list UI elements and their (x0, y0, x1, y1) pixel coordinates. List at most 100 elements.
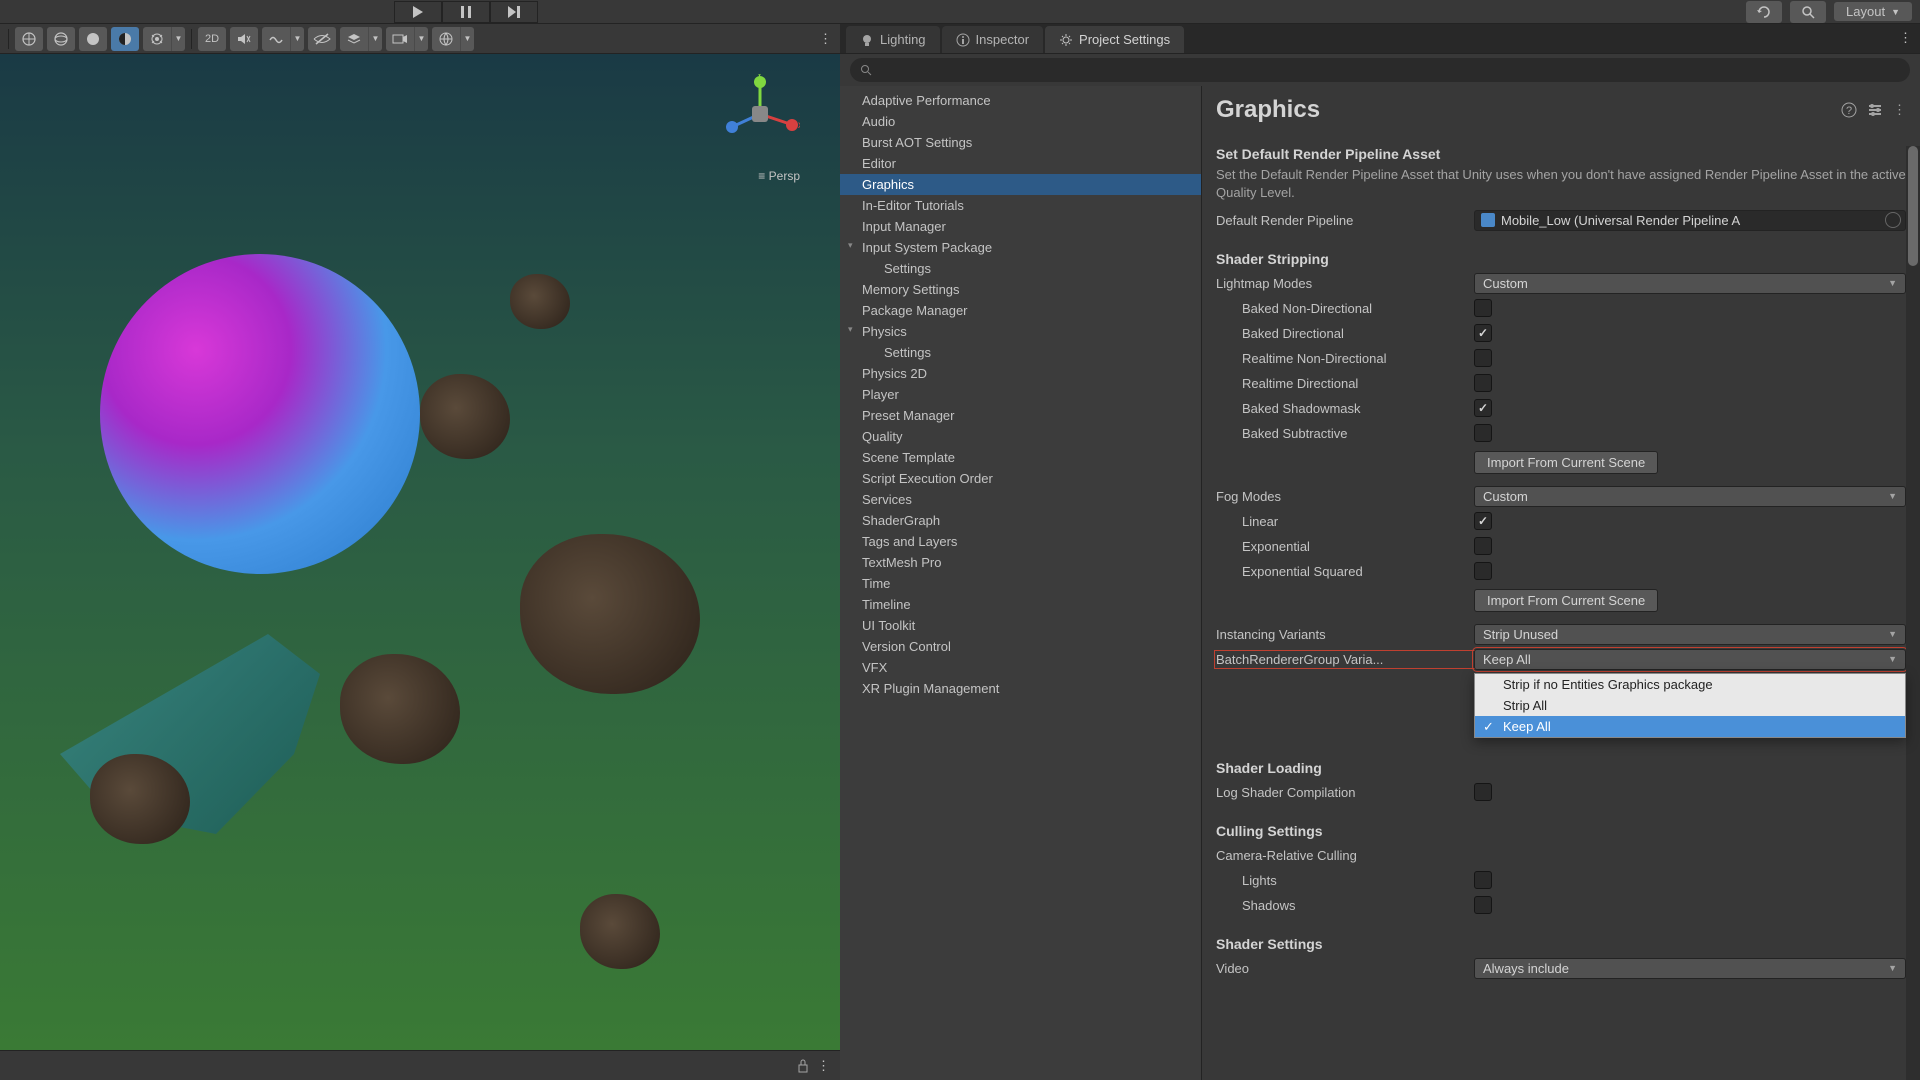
tab-lighting[interactable]: Lighting (846, 26, 940, 53)
search-bar[interactable] (850, 58, 1910, 82)
default-rp-field[interactable]: Mobile_Low (Universal Render Pipeline A (1474, 210, 1906, 231)
sidebar-item-burst-aot[interactable]: Burst AOT Settings (840, 132, 1201, 153)
help-icon[interactable]: ? (1841, 102, 1857, 118)
sidebar-item-input-manager[interactable]: Input Manager (840, 216, 1201, 237)
panel-menu-icon[interactable]: ⋮ (819, 31, 832, 47)
tab-inspector[interactable]: Inspector (942, 26, 1043, 53)
sidebar-item-in-editor-tutorials[interactable]: In-Editor Tutorials (840, 195, 1201, 216)
video-dropdown[interactable]: Always include▼ (1474, 958, 1906, 979)
sidebar-item-time[interactable]: Time (840, 573, 1201, 594)
lightmap-modes-dropdown[interactable]: Custom▼ (1474, 273, 1906, 294)
gear-icon (1059, 33, 1073, 47)
sidebar-item-version-control[interactable]: Version Control (840, 636, 1201, 657)
sidebar-item-input-system-package[interactable]: Input System Package (840, 237, 1201, 258)
sidebar-item-tags-layers[interactable]: Tags and Layers (840, 531, 1201, 552)
realtime-dir-checkbox[interactable] (1474, 374, 1492, 392)
layout-dropdown[interactable]: Layout ▼ (1834, 2, 1912, 21)
object-picker-icon[interactable] (1885, 212, 1901, 228)
scrollbar-thumb[interactable] (1908, 146, 1918, 266)
tool-shaded-button[interactable] (79, 27, 107, 51)
sidebar-item-package-manager[interactable]: Package Manager (840, 300, 1201, 321)
exponential-checkbox[interactable] (1474, 537, 1492, 555)
toolbar-right: Layout ▼ (1746, 1, 1912, 23)
dropdown-option-strip-entities[interactable]: Strip if no Entities Graphics package (1475, 674, 1905, 695)
baked-dir-checkbox[interactable] (1474, 324, 1492, 342)
log-shader-checkbox[interactable] (1474, 783, 1492, 801)
prop-label: Log Shader Compilation (1216, 785, 1474, 800)
sidebar-item-graphics[interactable]: Graphics (840, 174, 1201, 195)
asteroid-object (340, 654, 460, 764)
audio-toggle-button[interactable] (230, 27, 258, 51)
exponential-sq-checkbox[interactable] (1474, 562, 1492, 580)
settings-sidebar[interactable]: Adaptive Performance Audio Burst AOT Set… (840, 86, 1202, 1080)
effects-dropdown[interactable]: ▼ (262, 27, 304, 51)
svg-text:y: y (757, 74, 762, 79)
sidebar-item-textmesh-pro[interactable]: TextMesh Pro (840, 552, 1201, 573)
tool-shaded-wireframe-button[interactable] (111, 27, 139, 51)
layers-dropdown[interactable]: ▼ (340, 27, 382, 51)
lock-icon[interactable] (797, 1059, 809, 1073)
scene-viewport[interactable]: x y ≡ Persp (0, 54, 840, 1050)
scrollbar[interactable] (1906, 146, 1920, 1080)
perspective-label[interactable]: ≡ Persp (758, 169, 800, 183)
more-icon[interactable]: ⋮ (817, 1058, 830, 1074)
search-input[interactable] (872, 63, 1900, 77)
baked-non-dir-checkbox[interactable] (1474, 299, 1492, 317)
sidebar-item-memory-settings[interactable]: Memory Settings (840, 279, 1201, 300)
sidebar-item-quality[interactable]: Quality (840, 426, 1201, 447)
settings-header: Graphics ? ⋮ (1202, 86, 1920, 132)
prop-label: Video (1216, 961, 1474, 976)
sidebar-item-preset-manager[interactable]: Preset Manager (840, 405, 1201, 426)
import-lightmap-button[interactable]: Import From Current Scene (1474, 451, 1658, 474)
dropdown-option-keep-all[interactable]: Keep All (1475, 716, 1905, 737)
settings-icon[interactable] (1867, 102, 1883, 118)
fog-modes-dropdown[interactable]: Custom▼ (1474, 486, 1906, 507)
baked-shadowmask-checkbox[interactable] (1474, 399, 1492, 417)
dropdown-option-strip-all[interactable]: Strip All (1475, 695, 1905, 716)
linear-checkbox[interactable] (1474, 512, 1492, 530)
undo-history-button[interactable] (1746, 1, 1782, 23)
debug-mode-dropdown[interactable]: ▼ (143, 27, 185, 51)
lights-checkbox[interactable] (1474, 871, 1492, 889)
shadows-checkbox[interactable] (1474, 896, 1492, 914)
sidebar-item-scene-template[interactable]: Scene Template (840, 447, 1201, 468)
baked-subtractive-checkbox[interactable] (1474, 424, 1492, 442)
sidebar-item-xr-plugin[interactable]: XR Plugin Management (840, 678, 1201, 699)
sidebar-item-adaptive-performance[interactable]: Adaptive Performance (840, 90, 1201, 111)
search-button[interactable] (1790, 1, 1826, 23)
asset-icon (1481, 213, 1495, 227)
sidebar-item-services[interactable]: Services (840, 489, 1201, 510)
sidebar-item-shadergraph[interactable]: ShaderGraph (840, 510, 1201, 531)
realtime-non-dir-checkbox[interactable] (1474, 349, 1492, 367)
sidebar-item-input-settings[interactable]: Settings (840, 258, 1201, 279)
orientation-gizmo[interactable]: x y (720, 74, 800, 154)
step-button[interactable] (490, 1, 538, 23)
sidebar-item-script-execution-order[interactable]: Script Execution Order (840, 468, 1201, 489)
sidebar-item-player[interactable]: Player (840, 384, 1201, 405)
camera-dropdown[interactable]: ▼ (386, 27, 428, 51)
visibility-toggle-button[interactable] (308, 27, 336, 51)
tool-shading-button[interactable] (15, 27, 43, 51)
pause-button[interactable] (442, 1, 490, 23)
sidebar-item-physics[interactable]: Physics (840, 321, 1201, 342)
mode-2d-button[interactable]: 2D (198, 27, 226, 51)
sidebar-item-vfx[interactable]: VFX (840, 657, 1201, 678)
brg-variants-row: BatchRendererGroup Varia... Keep All▼ St… (1216, 647, 1906, 671)
brg-variants-dropdown[interactable]: Keep All▼ (1474, 649, 1906, 670)
info-icon (956, 33, 970, 47)
sidebar-item-ui-toolkit[interactable]: UI Toolkit (840, 615, 1201, 636)
sidebar-item-timeline[interactable]: Timeline (840, 594, 1201, 615)
instancing-variants-dropdown[interactable]: Strip Unused▼ (1474, 624, 1906, 645)
tab-project-settings[interactable]: Project Settings (1045, 26, 1184, 53)
tool-wireframe-button[interactable] (47, 27, 75, 51)
tabs-more-icon[interactable]: ⋮ (1899, 30, 1912, 46)
sidebar-item-physics-settings[interactable]: Settings (840, 342, 1201, 363)
sidebar-item-audio[interactable]: Audio (840, 111, 1201, 132)
sidebar-item-editor[interactable]: Editor (840, 153, 1201, 174)
more-icon[interactable]: ⋮ (1893, 102, 1906, 118)
import-fog-button[interactable]: Import From Current Scene (1474, 589, 1658, 612)
gizmos-dropdown[interactable]: ▼ (432, 27, 474, 51)
sidebar-item-physics-2d[interactable]: Physics 2D (840, 363, 1201, 384)
asteroid-object (580, 894, 660, 969)
play-button[interactable] (394, 1, 442, 23)
